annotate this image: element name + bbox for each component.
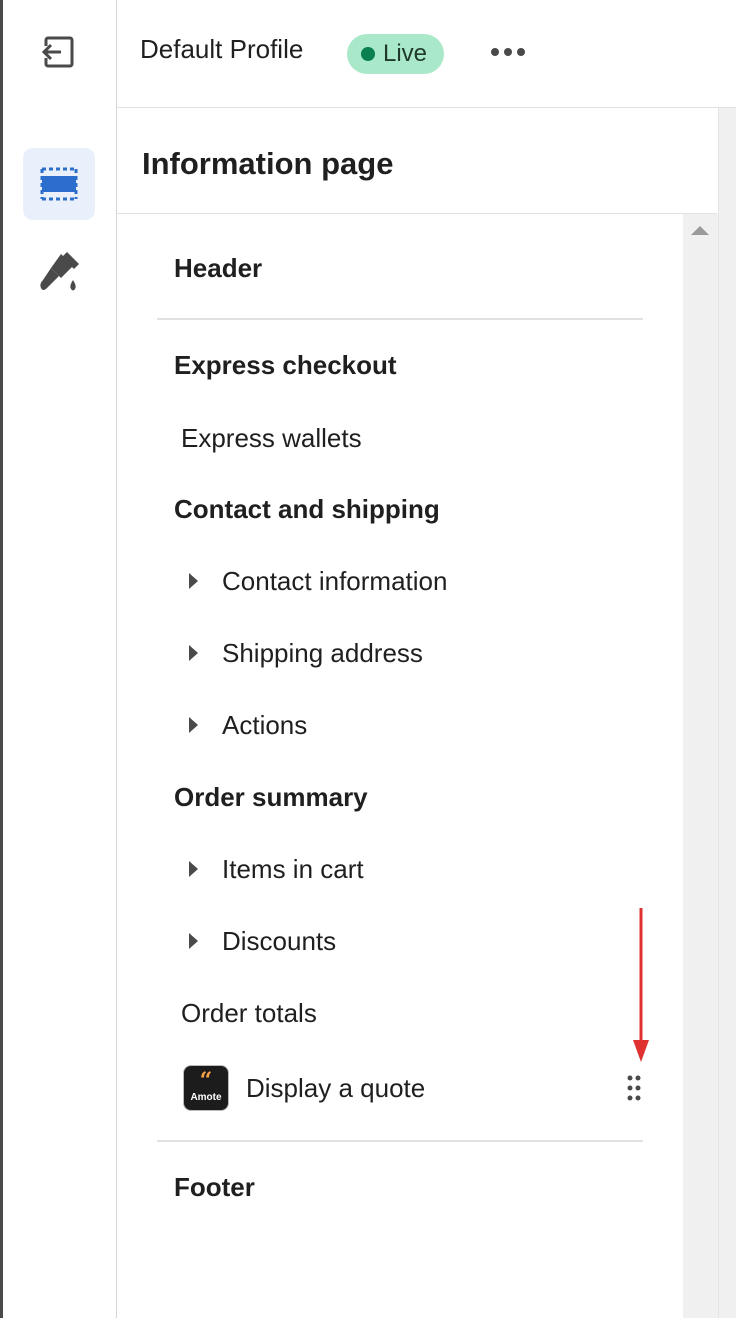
rail-item-sections[interactable] bbox=[23, 148, 95, 220]
tree-item-shipping-address[interactable]: Shipping address bbox=[117, 625, 736, 681]
caret-right-icon[interactable] bbox=[189, 573, 198, 589]
caret-right-icon[interactable] bbox=[189, 645, 198, 661]
layout-sections-icon bbox=[40, 167, 78, 201]
status-dot-icon bbox=[361, 47, 375, 61]
panel-header: Information page bbox=[117, 108, 717, 214]
tree-item-label: Order totals bbox=[181, 997, 317, 1028]
tree-item-label: Items in cart bbox=[222, 853, 364, 884]
status-label: Live bbox=[383, 40, 428, 67]
divider bbox=[157, 1140, 643, 1142]
tree-item-label: Contact and shipping bbox=[174, 493, 440, 524]
paint-brush-icon bbox=[40, 252, 79, 291]
tree-item-label: Contact information bbox=[222, 565, 448, 596]
top-bar: Default Profile Live bbox=[117, 0, 736, 108]
tree-item-label: Actions bbox=[222, 709, 308, 740]
tree-item-footer[interactable]: Footer bbox=[117, 1159, 736, 1215]
red-arrow-annotation-icon bbox=[633, 908, 649, 1062]
page-title: Information page bbox=[142, 146, 394, 181]
tree-item-display-a-quote[interactable]: “ Amote Display a quote bbox=[117, 1060, 736, 1116]
drag-handle-icon[interactable] bbox=[627, 1074, 641, 1102]
amote-app-icon: “ Amote bbox=[183, 1065, 229, 1111]
tree-item-contact-information[interactable]: Contact information bbox=[117, 553, 736, 609]
caret-right-icon[interactable] bbox=[189, 861, 198, 877]
tree-item-actions[interactable]: Actions bbox=[117, 697, 736, 753]
status-badge: Live bbox=[347, 34, 445, 74]
tree-item-label: Order summary bbox=[174, 781, 368, 812]
exit-icon bbox=[41, 36, 74, 68]
tree-item-label: Express checkout bbox=[174, 349, 397, 380]
exit-button[interactable] bbox=[39, 32, 79, 72]
ellipsis-horizontal-icon bbox=[491, 48, 525, 56]
tree-item-label: Shipping address bbox=[222, 637, 423, 668]
section-tree: Header Express checkout Express wallets … bbox=[117, 214, 683, 1318]
rail-item-styling[interactable] bbox=[23, 236, 95, 308]
navigation-rail bbox=[3, 0, 117, 1318]
tree-item-express-checkout[interactable]: Express checkout bbox=[117, 337, 736, 393]
divider bbox=[157, 318, 643, 320]
app-icon-text: Amote bbox=[190, 1092, 222, 1103]
scroll-up-arrow-icon[interactable] bbox=[691, 226, 709, 235]
tree-item-label: Display a quote bbox=[246, 1072, 426, 1103]
profile-name[interactable]: Default Profile bbox=[140, 34, 303, 65]
tree-item-label: Footer bbox=[174, 1171, 255, 1202]
tree-item-label: Header bbox=[174, 252, 263, 283]
more-actions-button[interactable] bbox=[484, 32, 532, 72]
tree-item-header[interactable]: Header bbox=[117, 240, 736, 296]
tree-item-label: Express wallets bbox=[181, 422, 362, 453]
caret-right-icon[interactable] bbox=[189, 933, 198, 949]
tree-item-items-in-cart[interactable]: Items in cart bbox=[117, 841, 736, 897]
tree-item-contact-and-shipping[interactable]: Contact and shipping bbox=[117, 481, 736, 537]
tree-item-order-summary[interactable]: Order summary bbox=[117, 769, 736, 825]
tree-item-express-wallets[interactable]: Express wallets bbox=[117, 410, 736, 466]
caret-right-icon[interactable] bbox=[189, 717, 198, 733]
tree-item-label: Discounts bbox=[222, 925, 337, 956]
